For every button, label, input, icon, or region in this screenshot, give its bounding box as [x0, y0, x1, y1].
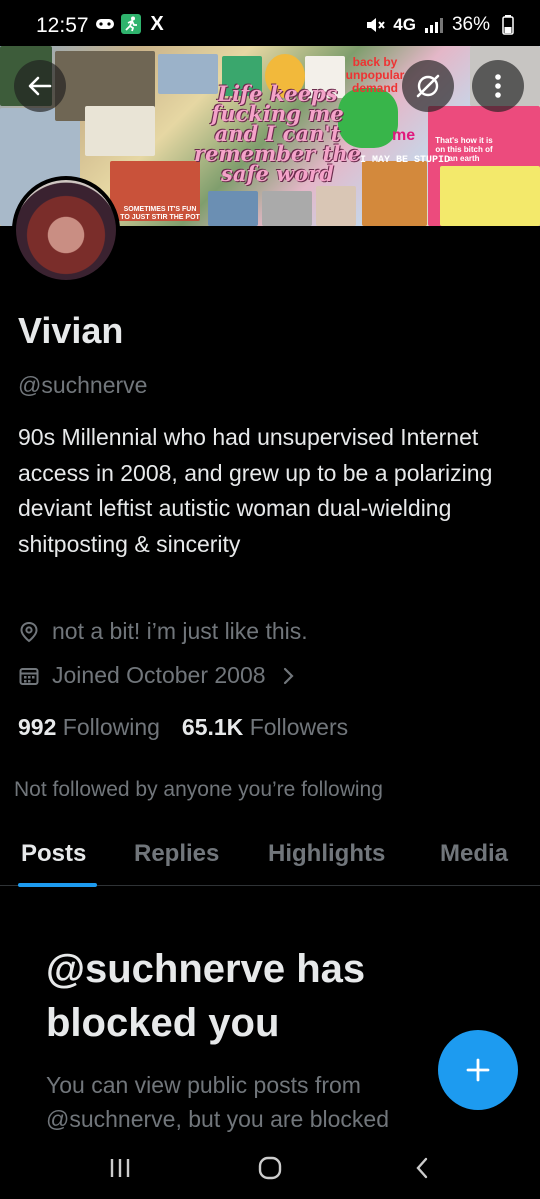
back-button[interactable]	[14, 60, 66, 112]
joined-text: Joined October 2008	[52, 662, 266, 688]
battery-percent: 36%	[451, 14, 490, 35]
nav-back-icon	[416, 1157, 428, 1179]
following-link[interactable]: 992 Following	[18, 714, 160, 741]
mute-icon	[365, 15, 386, 35]
arrow-left-icon	[28, 76, 52, 96]
banner-collage-tile	[262, 191, 312, 226]
profile-tabs: Posts Replies Highlights Media	[0, 828, 540, 887]
plus-icon	[466, 1058, 490, 1082]
followers-label: Followers	[249, 714, 349, 740]
game-controller-icon	[95, 14, 115, 34]
tab-posts[interactable]: Posts	[21, 840, 86, 868]
banner-main-text: Life keeps fucking me and I can't rememb…	[194, 81, 361, 186]
tab-media[interactable]: Media	[440, 840, 508, 868]
banner-sometimes-text: SOMETIMES IT'S FUN TO JUST STIR THE POT	[120, 206, 200, 221]
network-type: 4G	[393, 15, 416, 34]
signal-icon	[424, 15, 444, 35]
profile-location: not a bit! i’m just like this.	[18, 618, 308, 645]
banner-collage-tile	[208, 191, 258, 226]
nav-back-button[interactable]	[402, 1152, 442, 1184]
grok-button[interactable]	[402, 60, 454, 112]
battery-icon	[498, 15, 518, 35]
tab-replies[interactable]: Replies	[134, 840, 219, 868]
status-notification-icons: X	[95, 12, 167, 35]
banner-me-text: me	[392, 127, 416, 144]
location-text: not a bit! i’m just like this.	[52, 618, 308, 644]
followers-count: 65.1K	[181, 714, 244, 740]
banner-thats-text: That's how it is on this bitch of an ear…	[435, 136, 493, 163]
blocked-title: @suchnerve has blocked you	[46, 947, 366, 1045]
compose-button[interactable]	[438, 1030, 518, 1110]
recent-apps-button[interactable]	[100, 1152, 140, 1184]
status-bar: 12:57 X 4G 36%	[0, 0, 540, 46]
calendar-icon	[18, 665, 40, 687]
following-label: Following	[62, 714, 160, 740]
banner-collage-tile	[440, 166, 540, 226]
status-system-icons: 4G 36%	[365, 14, 518, 36]
blocked-description: You can view public posts from @suchnerv…	[46, 1072, 389, 1132]
banner-collage-tile	[85, 106, 155, 156]
x-logo-icon: X	[150, 12, 164, 35]
running-person-icon	[121, 14, 141, 34]
profile-joined[interactable]: Joined October 2008	[18, 662, 300, 689]
avatar[interactable]	[12, 176, 120, 284]
location-pin-icon	[18, 621, 40, 643]
profile-name: Vivian	[18, 310, 124, 351]
following-count: 992	[18, 714, 57, 740]
more-vertical-icon	[495, 74, 501, 98]
active-tab-indicator	[18, 883, 97, 887]
more-options-button[interactable]	[472, 60, 524, 112]
banner-collage-tile	[316, 186, 356, 226]
follow-stats: 992 Following 65.1K Followers	[18, 714, 348, 741]
profile-handle: @suchnerve	[18, 372, 148, 398]
grok-icon	[416, 74, 440, 98]
home-icon	[258, 1156, 282, 1180]
profile-bio: 90s Millennial who had unsupervised Inte…	[18, 424, 493, 557]
home-button[interactable]	[250, 1152, 290, 1184]
not-followed-notice: Not followed by anyone you’re following	[14, 778, 383, 801]
followers-link[interactable]: 65.1K Followers	[182, 714, 348, 741]
chevron-right-icon	[278, 665, 300, 687]
banner-back-text: back by unpopular demand	[345, 55, 405, 95]
system-nav-bar	[0, 1136, 540, 1199]
recent-apps-icon	[110, 1159, 130, 1177]
tab-highlights[interactable]: Highlights	[268, 840, 385, 868]
status-time: 12:57	[36, 14, 89, 37]
